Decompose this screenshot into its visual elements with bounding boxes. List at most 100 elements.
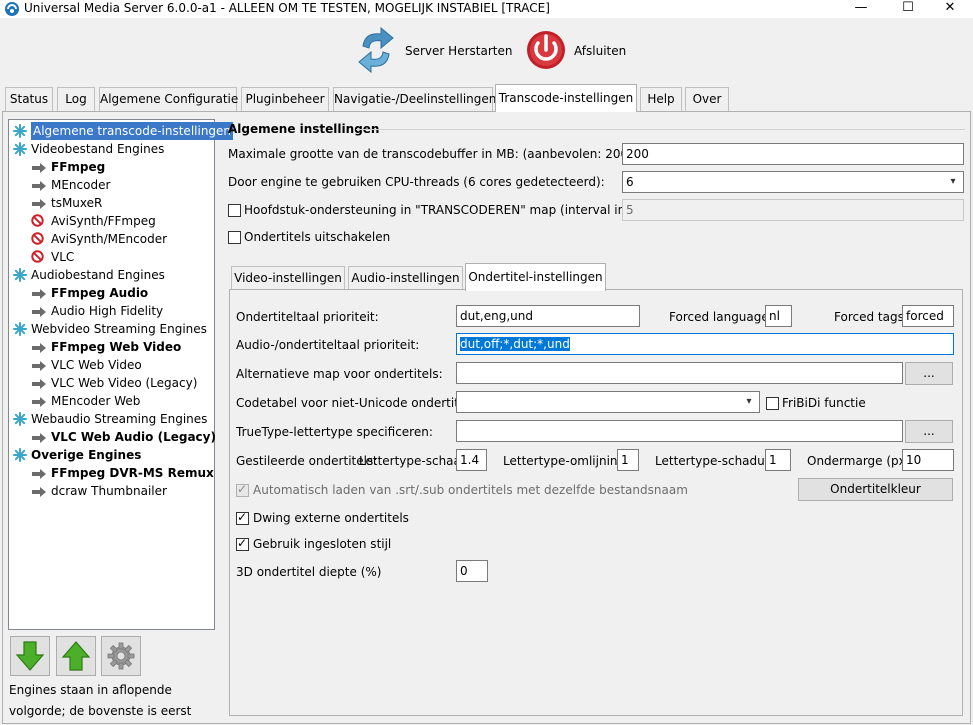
- tree-item[interactable]: FFmpeg DVR-MS Remux: [9, 464, 214, 482]
- close-button[interactable]: ✕: [927, 0, 973, 18]
- subtab-audio-settings[interactable]: Audio-instellingen: [348, 266, 463, 290]
- subtitle-language-priority-input[interactable]: dut,eng,und: [456, 305, 640, 327]
- tree-item[interactable]: MEncoder: [9, 176, 214, 194]
- tree-item[interactable]: Audiobestand Engines: [9, 266, 214, 284]
- tree-item[interactable]: FFmpeg Web Video: [9, 338, 214, 356]
- font-outline-input[interactable]: 1: [617, 449, 639, 471]
- move-down-button[interactable]: [10, 636, 50, 676]
- engine-order-hint-line1: Engines staan in aflopende: [9, 683, 172, 697]
- truetype-font-input[interactable]: [456, 420, 903, 442]
- tab-plugin-management[interactable]: Pluginbeheer: [241, 87, 329, 111]
- font-scale-label: Lettertype-schaal: [359, 454, 465, 468]
- buffer-size-input[interactable]: 200: [622, 143, 964, 165]
- 3d-subtitle-depth-input[interactable]: 0: [456, 560, 488, 582]
- chapter-support-checkbox[interactable]: [228, 204, 241, 217]
- subtitle-color-button[interactable]: Ondertitelkleur: [798, 478, 953, 501]
- tree-item-label: FFmpeg Web Video: [51, 340, 182, 354]
- disable-subtitles-checkbox[interactable]: [228, 231, 241, 244]
- disable-subtitles-label: Ondertitels uitschakelen: [244, 230, 391, 244]
- fribidi-label: FriBiDi functie: [782, 396, 866, 410]
- codepage-select[interactable]: ▾: [456, 391, 760, 413]
- tree-item[interactable]: MEncoder Web: [9, 392, 214, 410]
- arrow-right-icon: [31, 485, 47, 503]
- browse-font-button[interactable]: ...: [905, 420, 953, 443]
- tree-item[interactable]: AviSynth/MEncoder: [9, 230, 214, 248]
- alternative-folder-input[interactable]: [456, 362, 903, 384]
- tab-status[interactable]: Status: [5, 87, 53, 111]
- tree-item[interactable]: VLC: [9, 248, 214, 266]
- font-shadow-input[interactable]: 1: [765, 449, 791, 471]
- tree-item[interactable]: VLC Web Video: [9, 356, 214, 374]
- force-external-subtitles-checkbox[interactable]: [236, 510, 249, 525]
- tree-item-label: Audiobestand Engines: [31, 268, 165, 282]
- browse-folder-button[interactable]: ...: [905, 362, 953, 385]
- power-icon: [527, 31, 565, 69]
- move-up-button[interactable]: [56, 636, 96, 676]
- restart-server-button[interactable]: Server Herstarten: [355, 26, 512, 76]
- embedded-style-checkbox[interactable]: [236, 536, 249, 551]
- tree-item[interactable]: Webvideo Streaming Engines: [9, 320, 214, 338]
- subtab-video-settings[interactable]: Video-instellingen: [231, 266, 345, 290]
- audio-subtitle-priority-input[interactable]: dut,off;*,dut;*,und: [456, 333, 954, 355]
- tree-item-label: VLC Web Video (Legacy): [51, 376, 198, 390]
- tree-item-label: VLC Web Audio (Legacy): [51, 430, 216, 444]
- maximize-button[interactable]: ☐: [885, 0, 931, 18]
- cpu-threads-label: Door engine te gebruiken CPU-threads (6 …: [228, 175, 605, 189]
- cpu-threads-value: 6: [626, 175, 634, 189]
- forced-tags-input[interactable]: forced: [902, 305, 954, 327]
- group-divider: [356, 129, 965, 130]
- subtitle-language-priority-label: Ondertiteltaal prioriteit:: [236, 310, 379, 324]
- tree-item[interactable]: Audio High Fidelity: [9, 302, 214, 320]
- tree-item-label: Algemene transcode-instellingen: [31, 122, 234, 140]
- tree-item[interactable]: dcraw Thumbnailer: [9, 482, 214, 500]
- cpu-threads-select[interactable]: 6 ▾: [622, 171, 964, 193]
- tree-item[interactable]: FFmpeg: [9, 158, 214, 176]
- tree-item-label: MEncoder Web: [51, 394, 141, 408]
- bottom-margin-input[interactable]: 10: [902, 449, 954, 471]
- font-shadow-label: Lettertype-schaduw: [655, 454, 775, 468]
- arrow-down-icon: [15, 641, 45, 671]
- engine-tree[interactable]: Algemene transcode-instellingen Videobest…: [8, 119, 234, 630]
- tab-help[interactable]: Help: [640, 87, 682, 111]
- tree-item-label: MEncoder: [51, 178, 111, 192]
- tab-general-config[interactable]: Algemene Configuratie: [99, 87, 238, 111]
- engine-settings-button[interactable]: [101, 636, 141, 676]
- window-title: Universal Media Server 6.0.0-a1 - ALLEEN…: [24, 1, 550, 15]
- autoload-subtitles-label: Automatisch laden van .srt/.sub ondertit…: [253, 483, 688, 497]
- tab-navigation-sharing[interactable]: Navigatie-/Deelinstellingen: [333, 87, 496, 111]
- tree-item[interactable]: Algemene transcode-instellingen: [9, 122, 234, 140]
- fribidi-checkbox[interactable]: [766, 397, 779, 410]
- tree-item[interactable]: AviSynth/FFmpeg: [9, 212, 214, 230]
- autoload-subtitles-checkbox[interactable]: [236, 482, 249, 497]
- tree-item-label: FFmpeg DVR-MS Remux: [51, 466, 214, 480]
- truetype-font-label: TrueType-lettertype specificeren:: [236, 425, 433, 439]
- tree-item-label: FFmpeg: [51, 160, 106, 174]
- restart-label: Server Herstarten: [405, 44, 513, 58]
- tree-item[interactable]: Videobestand Engines: [9, 140, 214, 158]
- audio-subtitle-priority-value: dut,off;*,dut;*,und: [460, 337, 570, 351]
- tree-item[interactable]: FFmpeg Audio: [9, 284, 214, 302]
- tree-item-label: FFmpeg Audio: [51, 286, 149, 300]
- tree-item[interactable]: VLC Web Video (Legacy): [9, 374, 214, 392]
- 3d-subtitle-depth-label: 3D ondertitel diepte (%): [236, 565, 382, 579]
- alternative-folder-label: Alternatieve map voor ondertitels:: [236, 367, 443, 381]
- tree-item-label: AviSynth/FFmpeg: [51, 214, 156, 228]
- tree-item[interactable]: VLC Web Audio (Legacy): [9, 428, 216, 446]
- codepage-label: Codetabel voor niet-Unicode ondertitels:: [236, 396, 480, 410]
- shutdown-button[interactable]: Afsluiten: [525, 26, 635, 76]
- tree-item[interactable]: Overige Engines: [9, 446, 214, 464]
- minimize-button[interactable]: —: [838, 0, 884, 18]
- tab-transcode-settings[interactable]: Transcode-instellingen: [495, 84, 637, 112]
- tree-item[interactable]: Webaudio Streaming Engines: [9, 410, 214, 428]
- chapter-interval-input[interactable]: 5: [622, 199, 964, 221]
- subtab-subtitle-settings[interactable]: Ondertitel-instellingen: [465, 263, 606, 291]
- forced-language-input[interactable]: nl: [765, 305, 792, 327]
- tree-item[interactable]: tsMuxeR: [9, 194, 214, 212]
- tree-item-label: Audio High Fidelity: [51, 304, 164, 318]
- forced-language-label: Forced language:: [669, 310, 773, 324]
- font-scale-input[interactable]: 1.4: [456, 449, 487, 471]
- tab-about[interactable]: Over: [685, 87, 729, 111]
- tab-log[interactable]: Log: [57, 87, 95, 111]
- tree-item-label: VLC: [51, 250, 75, 264]
- arrow-up-icon: [61, 641, 91, 671]
